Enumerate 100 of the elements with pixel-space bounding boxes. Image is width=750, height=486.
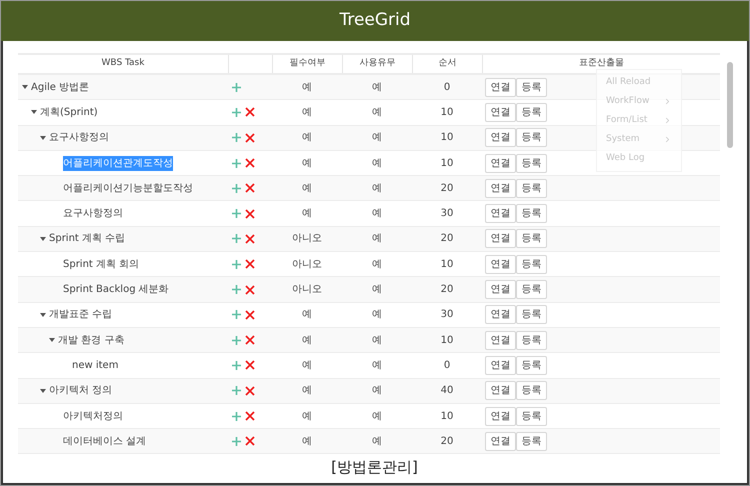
delete-icon[interactable] [245,107,255,118]
task-name[interactable]: 아키텍처정의 [63,408,123,424]
action-button[interactable]: 연결 [485,381,516,400]
expand-caret-icon[interactable] [40,236,49,241]
action-button[interactable]: 연결 [485,229,516,248]
action-button[interactable]: 연결 [485,356,516,375]
column-header: 표준산출물 [579,57,624,70]
add-icon[interactable] [232,360,241,370]
task-name[interactable]: Sprint 계획 수립 [49,231,126,246]
add-icon[interactable] [232,133,241,142]
action-button[interactable]: 등록 [516,305,547,324]
delete-icon[interactable] [245,259,255,270]
expand-caret-icon[interactable] [22,85,31,90]
scrollbar-thumb[interactable] [727,62,733,148]
delete-icon[interactable] [245,132,255,143]
action-button[interactable]: 연결 [485,406,516,426]
delete-icon[interactable] [245,411,255,421]
table-cell-text: 예 [302,106,312,120]
action-button[interactable]: 등록 [516,178,547,198]
action-button[interactable]: 연결 [485,254,516,274]
table-cell-text: 예 [372,131,382,146]
table-cell-text: 10 [440,334,454,348]
action-button[interactable]: 등록 [516,102,547,122]
table-cell-text: 20 [440,232,454,246]
add-icon[interactable] [232,184,241,193]
table-cell-text: 30 [440,308,454,322]
table-cell-text: 10 [440,410,454,424]
delete-icon[interactable] [245,284,255,295]
chevron-right-icon [663,97,672,106]
expand-caret-icon[interactable] [31,110,40,114]
table-cell-text: 예 [372,80,382,95]
action-button[interactable]: 연결 [485,102,516,122]
action-button[interactable]: 등록 [516,229,547,248]
action-button[interactable]: 등록 [516,330,547,350]
task-name[interactable]: Agile 방법론 [31,80,90,95]
task-name[interactable]: Sprint 계획 회의 [63,256,140,272]
delete-icon[interactable] [245,234,255,244]
task-name[interactable]: 어플리케이션기능분할도작성 [63,180,193,196]
add-icon[interactable] [232,82,241,92]
action-button[interactable]: 연결 [485,78,516,97]
task-name[interactable]: 아키텍처 정의 [49,383,112,398]
action-button[interactable]: 등록 [516,280,547,300]
add-icon[interactable] [232,260,241,269]
delete-icon[interactable] [245,436,255,446]
delete-icon[interactable] [245,310,255,320]
task-name[interactable]: Sprint Backlog 세분화 [63,282,169,298]
add-icon[interactable] [232,336,241,345]
action-button[interactable]: 연결 [485,154,516,173]
delete-icon[interactable] [245,158,255,168]
table-cell-text: 예 [302,207,312,222]
delete-icon[interactable] [245,360,255,370]
task-name[interactable]: 요구사항정의 [49,130,109,146]
table-cell-text: 0 [444,358,450,373]
task-name[interactable]: 요구사항정의 [63,206,123,222]
table-cell-text: 예 [372,207,382,222]
add-icon[interactable] [232,310,241,320]
action-button[interactable]: 연결 [485,330,516,350]
add-icon[interactable] [232,436,241,446]
action-button[interactable]: 연결 [485,204,516,224]
action-button[interactable]: 연결 [485,432,516,451]
task-name[interactable]: 개발 환경 구축 [58,332,124,348]
task-name[interactable]: 데이터베이스 설계 [63,434,146,449]
action-button[interactable]: 등록 [516,254,547,274]
add-icon[interactable] [232,412,241,420]
add-icon[interactable] [232,209,241,218]
delete-icon[interactable] [245,335,255,346]
table-cell-text: 10 [440,156,454,171]
table-cell-text: 아니오 [292,258,322,272]
action-button[interactable]: 등록 [516,406,547,426]
action-button[interactable]: 연결 [485,178,516,198]
delete-icon[interactable] [245,208,255,219]
add-icon[interactable] [232,285,241,294]
action-button[interactable]: 등록 [516,356,547,375]
action-button[interactable]: 등록 [516,128,547,148]
action-button[interactable]: 연결 [485,128,516,148]
delete-icon[interactable] [245,183,255,194]
add-icon[interactable] [232,108,241,117]
delete-icon[interactable] [245,386,255,396]
add-icon[interactable] [232,386,241,396]
table-cell-text: 20 [440,182,454,196]
expand-caret-icon[interactable] [40,136,49,140]
action-button[interactable]: 등록 [516,381,547,400]
expand-caret-icon[interactable] [40,312,49,317]
table-cell-text: 예 [372,358,382,373]
task-name[interactable]: 개발표준 수립 [49,307,112,322]
table-cell-text: 예 [372,434,382,449]
action-button[interactable]: 등록 [516,78,547,97]
add-icon[interactable] [232,158,241,168]
table-cell-text: 예 [372,334,382,348]
task-name[interactable]: 계획(Sprint) [40,104,98,120]
task-name[interactable]: new item [72,358,118,373]
action-button[interactable]: 연결 [485,305,516,324]
table-cell-text: 예 [372,106,382,120]
action-button[interactable]: 등록 [516,154,547,173]
expand-caret-icon[interactable] [40,388,49,393]
action-button[interactable]: 연결 [485,280,516,300]
action-button[interactable]: 등록 [516,204,547,224]
action-button[interactable]: 등록 [516,432,547,451]
add-icon[interactable] [232,234,241,244]
expand-caret-icon[interactable] [49,338,58,342]
